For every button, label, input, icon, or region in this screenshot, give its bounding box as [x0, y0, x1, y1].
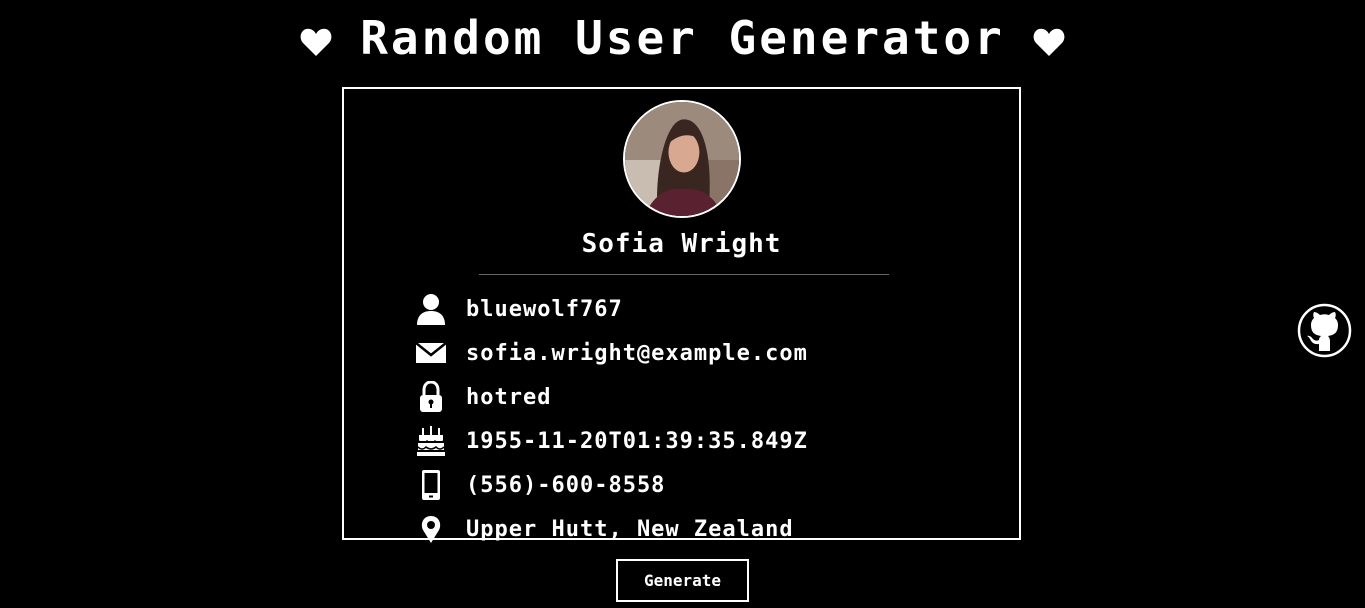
detail-location: Upper Hutt, New Zealand [414, 507, 974, 551]
phone-value: (556)-600-8558 [466, 472, 666, 498]
avatar [623, 100, 741, 218]
username-value: bluewolf767 [466, 296, 623, 322]
detail-username: bluewolf767 [414, 287, 974, 331]
email-value: sofia.wright@example.com [466, 340, 808, 366]
user-card: Sofia Wright bluewolf767 sofia.wright@ex… [342, 87, 1021, 543]
user-icon [414, 292, 448, 326]
detail-birthday: 1955-11-20T01:39:35.849Z [414, 419, 974, 463]
detail-phone: (556)-600-8558 [414, 463, 974, 507]
password-value: hotred [466, 384, 552, 410]
detail-password: hotred [414, 375, 974, 419]
location-value: Upper Hutt, New Zealand [466, 516, 794, 542]
lock-icon [414, 380, 448, 414]
github-link[interactable] [1297, 303, 1352, 358]
heart-icon [300, 27, 332, 57]
page-header: Random User Generator [0, 12, 1365, 64]
page-title: Random User Generator [360, 11, 1005, 65]
detail-email: sofia.wright@example.com [414, 331, 974, 375]
envelope-icon [414, 336, 448, 370]
phone-icon [414, 468, 448, 502]
location-pin-icon [414, 512, 448, 546]
heart-icon [1033, 27, 1065, 57]
birthday-value: 1955-11-20T01:39:35.849Z [466, 428, 808, 454]
generate-button[interactable]: Generate [616, 559, 749, 602]
birthday-cake-icon [414, 424, 448, 458]
github-icon [1297, 303, 1352, 358]
avatar-photo [625, 102, 739, 216]
page: Random User Generator Sofia Wright bluew… [0, 0, 1365, 608]
user-name: Sofia Wright [581, 229, 782, 259]
user-details-list: bluewolf767 sofia.wright@example.com hot… [414, 287, 974, 551]
divider [479, 274, 889, 275]
